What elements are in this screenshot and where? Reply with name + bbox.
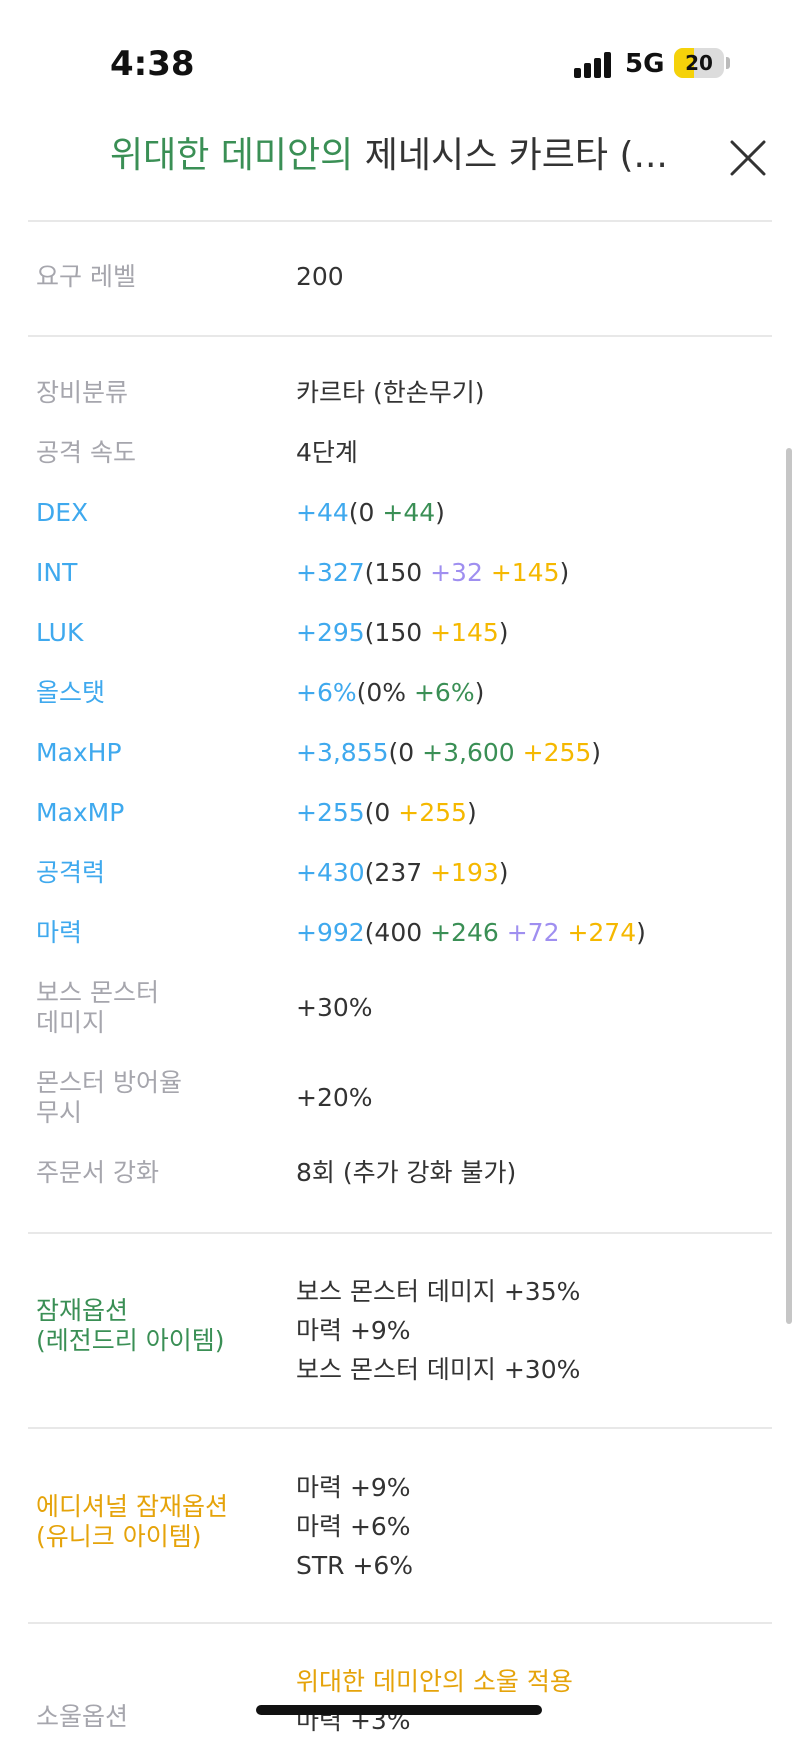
status-time: 4:38 <box>110 44 195 84</box>
scrollbar[interactable] <box>786 448 792 1324</box>
network-label: 5G <box>625 49 665 79</box>
label-scroll-enhance: 주문서 강화 <box>36 1158 159 1187</box>
page-title: 위대한 데미안의 제네시스 카르타 (... <box>110 126 690 178</box>
label-attack-speed: 공격 속도 <box>36 438 136 467</box>
value-luk: +295(150 +145) <box>296 618 509 647</box>
label-additional-potential: 에디셔널 잠재옵션 (유니크 아이템) <box>36 1492 228 1551</box>
value-required-level: 200 <box>296 262 344 291</box>
value-scroll-enhance: 8회 (추가 강화 불가) <box>296 1158 517 1187</box>
value-potential: 보스 몬스터 데미지 +35% 마력 +9% 보스 몬스터 데미지 +30% <box>296 1277 581 1384</box>
value-dex: +44(0 +44) <box>296 498 445 527</box>
value-additional-potential: 마력 +9% 마력 +6% STR +6% <box>296 1473 414 1580</box>
value-soul-title: 위대한 데미안의 소울 적용 <box>296 1667 573 1696</box>
label-ignore-defense: 몬스터 방어율 무시 <box>36 1068 182 1127</box>
label-max-mp: MaxMP <box>36 798 125 827</box>
battery-icon: 20 <box>674 48 724 78</box>
label-required-level: 요구 레벨 <box>36 262 136 291</box>
close-icon[interactable] <box>728 138 768 178</box>
label-boss-damage: 보스 몬스터 데미지 <box>36 978 159 1037</box>
status-bar: 4:38 5G 20 <box>0 0 800 110</box>
value-category: 카르타 (한손무기) <box>296 378 485 407</box>
label-int: INT <box>36 558 78 587</box>
label-max-hp: MaxHP <box>36 738 122 767</box>
home-indicator[interactable] <box>256 1705 542 1715</box>
value-int: +327(150 +32 +145) <box>296 558 570 587</box>
label-magic: 마력 <box>36 918 83 947</box>
label-luk: LUK <box>36 618 84 647</box>
divider <box>28 335 772 337</box>
title-rest: 제네시스 카르타 (... <box>364 135 668 176</box>
value-attack-speed: 4단계 <box>296 438 358 467</box>
label-potential: 잠재옵션 (레전드리 아이템) <box>36 1296 225 1355</box>
label-category: 장비분류 <box>36 378 129 407</box>
divider <box>28 1232 772 1234</box>
divider <box>28 1427 772 1429</box>
value-all-stat: +6%(0% +6%) <box>296 678 485 707</box>
value-max-mp: +255(0 +255) <box>296 798 477 827</box>
label-attack: 공격력 <box>36 858 106 887</box>
signal-icon <box>574 52 614 78</box>
value-attack: +430(237 +193) <box>296 858 509 887</box>
title-prefix: 위대한 데미안의 <box>110 135 354 176</box>
label-soul: 소울옵션 <box>36 1702 129 1731</box>
value-ignore-defense: +20% <box>296 1083 373 1112</box>
divider <box>28 1622 772 1624</box>
battery-cap <box>726 57 730 69</box>
label-all-stat: 올스탯 <box>36 678 106 707</box>
divider <box>28 220 772 222</box>
value-max-hp: +3,855(0 +3,600 +255) <box>296 738 602 767</box>
label-dex: DEX <box>36 498 89 527</box>
value-magic: +992(400 +246 +72 +274) <box>296 918 646 947</box>
value-boss-damage: +30% <box>296 993 373 1022</box>
battery-level: 20 <box>685 51 713 75</box>
